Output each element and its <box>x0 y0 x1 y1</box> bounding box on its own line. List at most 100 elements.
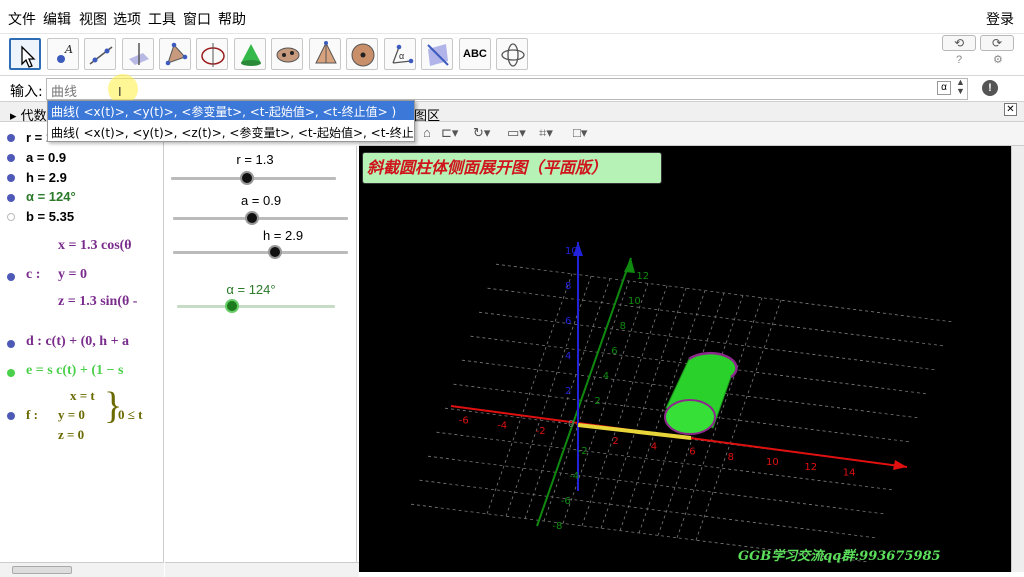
conic-tool-button[interactable] <box>271 38 303 70</box>
axes-toggle-icon[interactable]: ⊏▾ <box>441 125 458 141</box>
close-panel-button[interactable]: ✕ <box>1004 103 1017 116</box>
input-bar: 输入: 曲线 <box>0 76 1024 102</box>
angle-tool-button[interactable]: α <box>384 38 416 70</box>
algebra-item-alpha[interactable]: α = 124° <box>26 189 76 204</box>
algebra-f-x[interactable]: x = t <box>70 388 95 404</box>
rotate-view-tool-button[interactable] <box>496 38 528 70</box>
visibility-toggle-b[interactable] <box>7 213 15 221</box>
visibility-toggle-h[interactable] <box>7 174 15 182</box>
slider-panel: r = 1.3 a = 0.9 h = 2.9 α = 124° <box>165 146 357 562</box>
visibility-toggle-d[interactable] <box>7 340 15 348</box>
graphics3d-view[interactable]: -6 -4 -2 2 4 6 8 10 12 14 12 10 8 6 4 2 -2 -4 -6 -8 10 8 6 4 2 0 <box>359 146 1011 572</box>
x-axis-arrow-icon <box>893 460 907 470</box>
input-history-arrows-icon[interactable]: ▲ ▼ <box>956 78 965 96</box>
algebra-f-label[interactable]: f : <box>26 407 38 423</box>
text-tool-button[interactable]: ABC <box>459 38 491 70</box>
pyramid-icon <box>315 41 337 64</box>
y-axis <box>536 257 632 527</box>
algebra-item-a[interactable]: a = 0.9 <box>26 150 66 165</box>
move-tool-button[interactable] <box>9 38 41 70</box>
x-tick-label: -4 <box>497 421 507 432</box>
visibility-toggle-c[interactable] <box>7 273 15 281</box>
circle-tool-button[interactable] <box>196 38 228 70</box>
suggestion-item[interactable]: 曲线( <x(t)>, <y(t)>, <z(t)>, <参变量t>, <t-起… <box>48 122 414 141</box>
algebra-c-label[interactable]: c : <box>26 267 40 283</box>
slider-a-knob[interactable] <box>244 211 259 225</box>
algebra-f-range[interactable]: 0 ≤ t <box>118 407 142 423</box>
algebra-f-z[interactable]: z = 0 <box>58 427 84 443</box>
suggestion-item-selected[interactable]: 曲线( <x(t)>, <y(t)>, <参变量t>, <t-起始值>, <t-… <box>48 101 414 120</box>
algebra-item-h[interactable]: h = 2.9 <box>26 170 67 185</box>
svg-text:α: α <box>399 51 404 61</box>
visibility-toggle-e[interactable] <box>7 369 15 377</box>
input-field[interactable]: 曲线 <box>46 78 968 100</box>
alpha-symbol-button[interactable]: α <box>937 81 951 95</box>
menu-tools[interactable]: 工具 <box>148 9 176 29</box>
x-tick-label: 12 <box>804 462 817 473</box>
z-tick-label: 2 <box>565 386 571 397</box>
menu-options[interactable]: 选项 <box>113 9 141 29</box>
help-small-icon[interactable]: ? <box>956 54 962 66</box>
autocomplete-dropdown: 曲线( <x(t)>, <y(t)>, <参变量t>, <t-起始值>, <t-… <box>47 100 415 142</box>
visibility-toggle-alpha[interactable] <box>7 194 15 202</box>
point-tool-button[interactable]: A <box>47 38 79 70</box>
slider-a-track[interactable] <box>173 217 348 220</box>
algebra-item-d[interactable]: d : c(t) + (0, h + a <box>26 334 129 350</box>
view-direction-icon[interactable]: □▾ <box>573 125 587 141</box>
algebra-item-b[interactable]: b = 5.35 <box>26 209 74 224</box>
menu-edit[interactable]: 编辑 <box>43 9 71 29</box>
toolbar: A α ABC ⟲ ⟳ ? ⚙ <box>0 34 1024 76</box>
clipping-icon[interactable]: ⌗▾ <box>539 125 553 141</box>
home-view-icon[interactable]: ⌂ <box>423 125 431 140</box>
graphics3d-canvas[interactable]: -6 -4 -2 2 4 6 8 10 12 14 12 10 8 6 4 2 -2 -4 -6 -8 10 8 6 4 2 0 <box>359 146 1011 572</box>
title-banner[interactable]: 斜截圆柱体侧面展开图（平面版） <box>362 152 662 184</box>
visibility-toggle-f[interactable] <box>7 412 15 420</box>
plane-toggle-icon[interactable]: ▭▾ <box>507 125 526 141</box>
line-tool-button[interactable] <box>84 38 116 70</box>
cylinder-base-curve[interactable] <box>664 399 716 435</box>
y-tick-label: -4 <box>569 471 579 482</box>
angle-icon: α <box>392 44 414 64</box>
y-tick-label: 12 <box>636 271 649 282</box>
algebra-horizontal-scrollbar[interactable] <box>0 562 164 577</box>
menu-window[interactable]: 窗口 <box>183 9 211 29</box>
x-tick-label: 2 <box>612 436 618 447</box>
reflect-tool-button[interactable] <box>421 38 453 70</box>
menu-file[interactable]: 文件 <box>8 9 36 29</box>
undo-button[interactable]: ⟲ <box>942 35 976 51</box>
menu-view[interactable]: 视图 <box>79 9 107 29</box>
redo-button[interactable]: ⟳ <box>980 35 1014 51</box>
rotate-animation-icon[interactable]: ↻▾ <box>473 125 490 141</box>
sphere-tool-button[interactable] <box>234 38 266 70</box>
reflect-plane-icon <box>427 44 449 66</box>
pyramid-tool-button[interactable] <box>309 38 341 70</box>
slider-a-label: a = 0.9 <box>240 193 282 208</box>
sphere-point-tool-button[interactable] <box>346 38 378 70</box>
visibility-toggle-a[interactable] <box>7 154 15 162</box>
x-tick-label: 6 <box>689 447 695 458</box>
login-button[interactable]: 登录 <box>986 9 1014 29</box>
slider-h-track[interactable] <box>173 251 348 254</box>
slider-alpha-knob[interactable] <box>225 299 240 313</box>
menu-help[interactable]: 帮助 <box>218 9 246 29</box>
slider-r-knob[interactable] <box>239 171 254 185</box>
menu-bar: 文件 编辑 视图 选项 工具 窗口 帮助 登录 <box>0 0 1024 34</box>
slider-h-knob[interactable] <box>267 245 282 259</box>
settings-gear-icon[interactable]: ⚙ <box>993 53 1003 66</box>
algebra-item-e[interactable]: e = s c(t) + (1 − s <box>26 363 123 379</box>
algebra-c-z[interactable]: z = 1.3 sin(θ - <box>58 294 137 310</box>
x-tick-label: -6 <box>459 415 469 426</box>
polygon-tool-button[interactable] <box>159 38 191 70</box>
visibility-toggle-r[interactable] <box>7 134 15 142</box>
input-help-icon[interactable]: ! <box>982 80 998 96</box>
algebra-c-y[interactable]: y = 0 <box>58 267 87 283</box>
algebra-f-y[interactable]: y = 0 <box>58 407 85 423</box>
perpendicular-tool-button[interactable] <box>122 38 154 70</box>
slider-alpha-label: α = 124° <box>226 282 276 297</box>
algebra-c-x[interactable]: x = 1.3 cos(θ <box>58 238 132 254</box>
origin-label: 0 <box>568 419 574 430</box>
y-tick-label: -6 <box>561 496 571 507</box>
line-icon <box>89 46 113 65</box>
slider-alpha-track[interactable] <box>177 305 335 308</box>
y-tick-label: 6 <box>611 346 617 357</box>
